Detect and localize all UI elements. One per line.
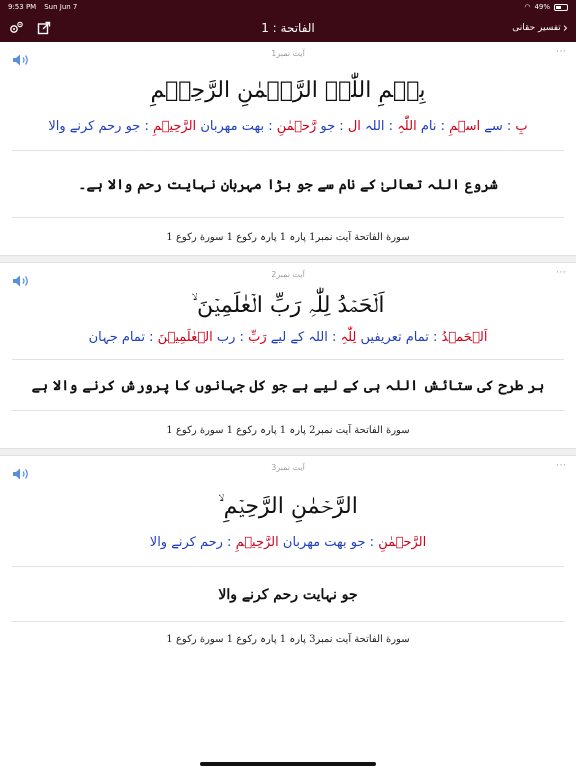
ayah-arabic-text: اَلۡحَمۡدُ لِلّٰہِ رَبِّ الۡعٰلَمِیۡنَ ۙ	[191, 293, 385, 318]
arabic-word: رَبِّ	[248, 330, 267, 345]
urdu-meaning: سے	[484, 119, 503, 134]
word-separator: :	[335, 119, 348, 134]
urdu-meaning: اللہ	[365, 119, 385, 134]
home-indicator[interactable]	[200, 762, 376, 766]
ayah-card: آیت نمبر3 ⋯ الرَّحۡمٰنِ الرَّحِیۡمِ ۙ ال…	[0, 456, 576, 655]
back-button[interactable]: تفسیر حقانی ›	[512, 21, 568, 36]
word-separator: :	[327, 330, 341, 345]
word-separator: :	[222, 535, 236, 550]
more-icon[interactable]: ⋯	[556, 460, 566, 471]
ayah-translation: شروع اللہ تعالیٰ کے نام سے جو بڑا مہربان…	[78, 177, 498, 193]
word-by-word: اَلۡحَمۡدُ : تمام تعریفیں لِلّٰہِ : اللہ…	[0, 326, 576, 359]
ayah-reference: سورة الفاتحة آیت نمبر1 پارہ 1 پارہ رکوع …	[166, 232, 410, 243]
word-separator: :	[264, 119, 277, 134]
word-separator: :	[145, 330, 158, 345]
status-bar: 9:53 PM Sun Jun 7 ◠ 49%	[0, 0, 576, 14]
urdu-meaning: جو رحم کرنے والا	[48, 119, 141, 134]
share-icon[interactable]	[36, 20, 52, 36]
ayah-translation: ہر طرح کی ستائش اللہ ہی کے لیے ہے جو کل …	[31, 378, 545, 394]
word-separator: :	[384, 119, 398, 134]
urdu-meaning: تمام تعریفیں	[360, 330, 429, 345]
ayah-arabic-text: الرَّحۡمٰنِ الرَّحِیۡمِ ۙ	[218, 494, 358, 519]
more-icon[interactable]: ⋯	[556, 46, 566, 57]
page-title: الفاتحة : 1	[261, 21, 315, 35]
status-date: Sun Jun 7	[44, 3, 78, 11]
word-separator: :	[235, 330, 249, 345]
ayah-card: آیت نمبر1 ⋯ بِسۡمِ اللّٰہِ الرَّحۡمٰنِ ا…	[0, 42, 576, 255]
navigation-bar: الفاتحة : 1 تفسیر حقانی ›	[0, 14, 576, 42]
arabic-word: بِ	[515, 119, 528, 134]
section-separator	[0, 448, 576, 456]
urdu-meaning: تمام جہان	[88, 330, 145, 345]
arabic-word: اسۡمِ	[449, 119, 481, 134]
arabic-word: الرَّحِیۡمِ	[153, 119, 197, 134]
battery-percent: 49%	[534, 3, 550, 11]
urdu-meaning: نام	[420, 119, 437, 134]
arabic-word: لِلّٰہِ	[340, 330, 357, 345]
urdu-meaning: رحم کرنے والا	[149, 535, 223, 550]
arabic-word: الۡعٰلَمِیۡنَ	[157, 330, 213, 345]
battery-fill	[556, 5, 561, 9]
chevron-right-icon: ›	[562, 20, 568, 36]
arabic-word: الرَّحۡمٰنِ	[378, 535, 427, 550]
urdu-meaning: رب	[216, 330, 236, 345]
urdu-meaning: جو بھت مھربان	[282, 535, 366, 550]
ayah-number: آیت نمبر2	[271, 270, 305, 279]
ayah-reference: سورة الفاتحة آیت نمبر2 پارہ 1 پارہ رکوع …	[166, 425, 410, 436]
urdu-meaning: جو	[320, 119, 336, 134]
ayah-reference: سورة الفاتحة آیت نمبر3 پارہ 1 پارہ رکوع …	[166, 634, 410, 645]
ayah-translation: جو نہایت رحم کرنے والا	[218, 587, 358, 603]
ayah-arabic-text: بِسۡمِ اللّٰہِ الرَّحۡمٰنِ الرَّحِیۡمِ	[150, 78, 426, 103]
word-separator: :	[140, 119, 153, 134]
ayah-card: آیت نمبر2 ⋯ اَلۡحَمۡدُ لِلّٰہِ رَبِّ الۡ…	[0, 263, 576, 448]
status-time: 9:53 PM	[8, 3, 37, 11]
word-separator: :	[436, 119, 450, 134]
word-by-word: الرَّحۡمٰنِ : جو بھت مھربان الرَّحِیۡمِ …	[0, 529, 576, 566]
word-separator: :	[428, 330, 442, 345]
ayah-list[interactable]: آیت نمبر1 ⋯ بِسۡمِ اللّٰہِ الرَّحۡمٰنِ ا…	[0, 42, 576, 768]
word-by-word: بِ : سے اسۡمِ : نام اللّٰہِ : اللہ ال : …	[0, 113, 576, 150]
arabic-word: رَّحۡمٰنِ	[276, 119, 317, 134]
more-icon[interactable]: ⋯	[556, 267, 566, 278]
settings-icon[interactable]	[8, 20, 24, 36]
urdu-meaning: بھت مھربان	[200, 119, 265, 134]
word-separator: :	[365, 535, 379, 550]
urdu-meaning: اللہ کے لیے	[270, 330, 328, 345]
section-separator	[0, 255, 576, 263]
arabic-word: اَلۡحَمۡدُ	[441, 330, 488, 345]
battery-icon	[554, 3, 568, 11]
arabic-word: اللّٰہِ	[397, 119, 417, 134]
arabic-word: الرَّحِیۡمِ	[235, 535, 279, 550]
back-label: تفسیر حقانی	[512, 23, 561, 33]
wifi-icon: ◠	[524, 3, 531, 11]
ayah-number: آیت نمبر3	[271, 463, 305, 472]
arabic-word: ال	[347, 119, 361, 134]
word-separator: :	[502, 119, 516, 134]
ayah-number: آیت نمبر1	[271, 49, 305, 58]
